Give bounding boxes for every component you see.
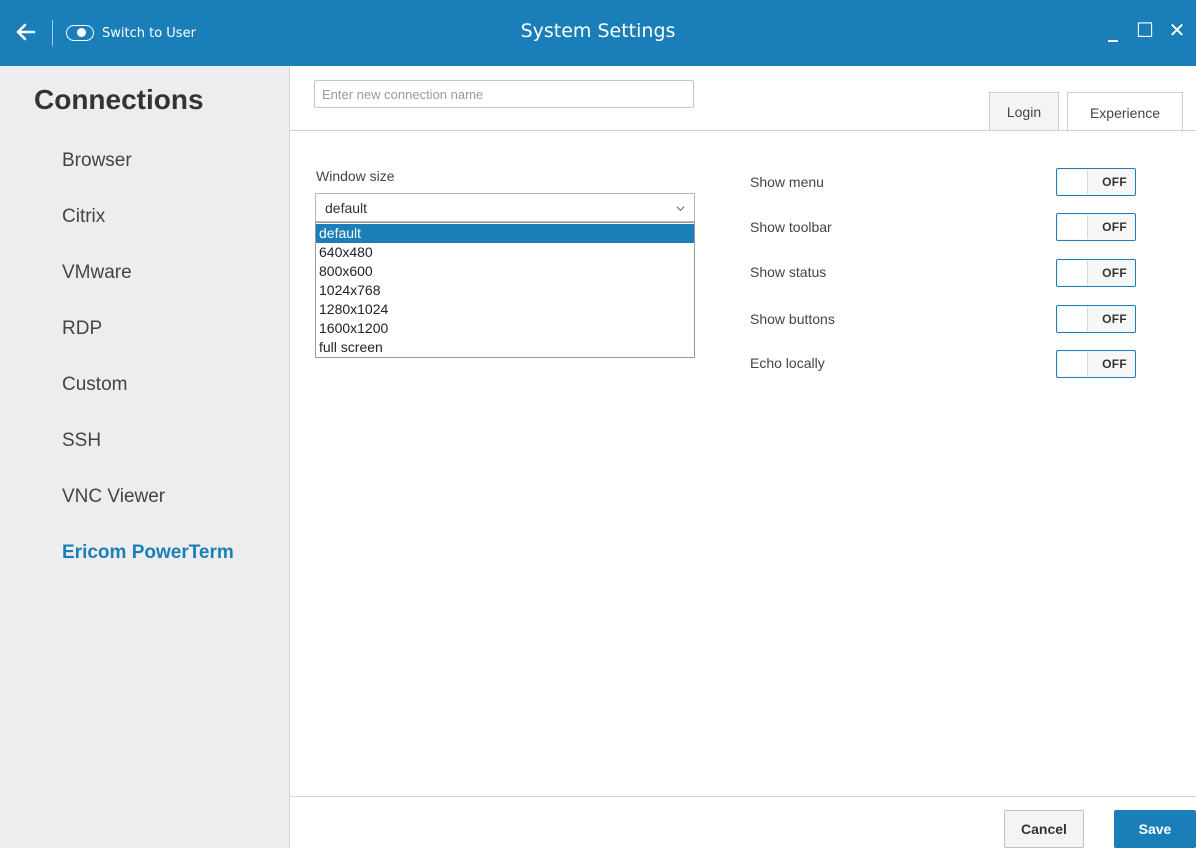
window-size-select[interactable]: default — [315, 193, 695, 222]
sidebar-item-citrix[interactable]: Citrix — [62, 206, 105, 228]
main-panel: Login Experience Window size default def… — [290, 66, 1196, 848]
sidebar-item-custom[interactable]: Custom — [62, 374, 127, 396]
toggle-knob — [1058, 215, 1088, 239]
toggle-state: OFF — [1102, 266, 1127, 280]
toggle-state: OFF — [1102, 357, 1127, 371]
title-bar: Switch to User System Settings _ ☐ ✕ — [0, 0, 1196, 66]
save-button[interactable]: Save — [1114, 810, 1196, 848]
toggle-state: OFF — [1102, 175, 1127, 189]
show-menu-toggle[interactable]: OFF — [1056, 168, 1136, 196]
sidebar: Connections Browser Citrix VMware RDP Cu… — [0, 66, 290, 848]
show-menu-label: Show menu — [750, 174, 824, 190]
window-size-option-full-screen[interactable]: full screen — [316, 338, 694, 357]
toggle-knob — [1058, 170, 1088, 194]
window-size-label: Window size — [316, 168, 395, 184]
sidebar-item-ericom-powerterm[interactable]: Ericom PowerTerm — [62, 542, 234, 564]
switch-to-user-label: Switch to User — [102, 25, 196, 41]
minimize-icon[interactable]: _ — [1100, 16, 1126, 44]
window-size-dropdown-list: default 640x480 800x600 1024x768 1280x10… — [315, 222, 695, 358]
toggle-state: OFF — [1102, 312, 1127, 326]
connection-name-input[interactable] — [314, 80, 694, 108]
tab-experience[interactable]: Experience — [1067, 92, 1183, 132]
window-size-option-1024x768[interactable]: 1024x768 — [316, 281, 694, 300]
window-size-option-1280x1024[interactable]: 1280x1024 — [316, 300, 694, 319]
sidebar-item-vmware[interactable]: VMware — [62, 262, 132, 284]
window-size-option-1600x1200[interactable]: 1600x1200 — [316, 319, 694, 338]
echo-locally-label: Echo locally — [750, 355, 825, 371]
switch-to-user-button[interactable]: Switch to User — [66, 22, 196, 44]
show-toolbar-label: Show toolbar — [750, 219, 832, 235]
toggle-knob — [1058, 307, 1088, 331]
window-size-option-800x600[interactable]: 800x600 — [316, 262, 694, 281]
close-icon[interactable]: ✕ — [1164, 16, 1190, 44]
cancel-button[interactable]: Cancel — [1004, 810, 1084, 848]
title-bar-divider — [52, 20, 53, 46]
toggle-knob — [1058, 352, 1088, 376]
show-status-label: Show status — [750, 264, 827, 280]
chevron-down-icon — [676, 200, 685, 216]
window-size-option-640x480[interactable]: 640x480 — [316, 243, 694, 262]
tab-login[interactable]: Login — [989, 92, 1059, 131]
footer-divider — [290, 796, 1196, 797]
sidebar-item-rdp[interactable]: RDP — [62, 318, 102, 340]
window-size-selected-value: default — [325, 199, 368, 216]
sidebar-item-vnc-viewer[interactable]: VNC Viewer — [62, 486, 165, 508]
toggle-knob — [1058, 261, 1088, 285]
show-buttons-toggle[interactable]: OFF — [1056, 305, 1136, 333]
back-arrow-icon[interactable] — [14, 20, 38, 44]
sidebar-item-browser[interactable]: Browser — [62, 150, 132, 172]
show-toolbar-toggle[interactable]: OFF — [1056, 213, 1136, 241]
maximize-icon[interactable]: ☐ — [1132, 16, 1158, 44]
show-status-toggle[interactable]: OFF — [1056, 259, 1136, 287]
echo-locally-toggle[interactable]: OFF — [1056, 350, 1136, 378]
sidebar-item-ssh[interactable]: SSH — [62, 430, 101, 452]
sidebar-title: Connections — [34, 84, 204, 115]
toggle-icon — [66, 25, 94, 41]
toggle-state: OFF — [1102, 220, 1127, 234]
show-buttons-label: Show buttons — [750, 311, 835, 327]
tabs-divider — [290, 130, 1196, 131]
window-size-option-default[interactable]: default — [316, 224, 694, 243]
